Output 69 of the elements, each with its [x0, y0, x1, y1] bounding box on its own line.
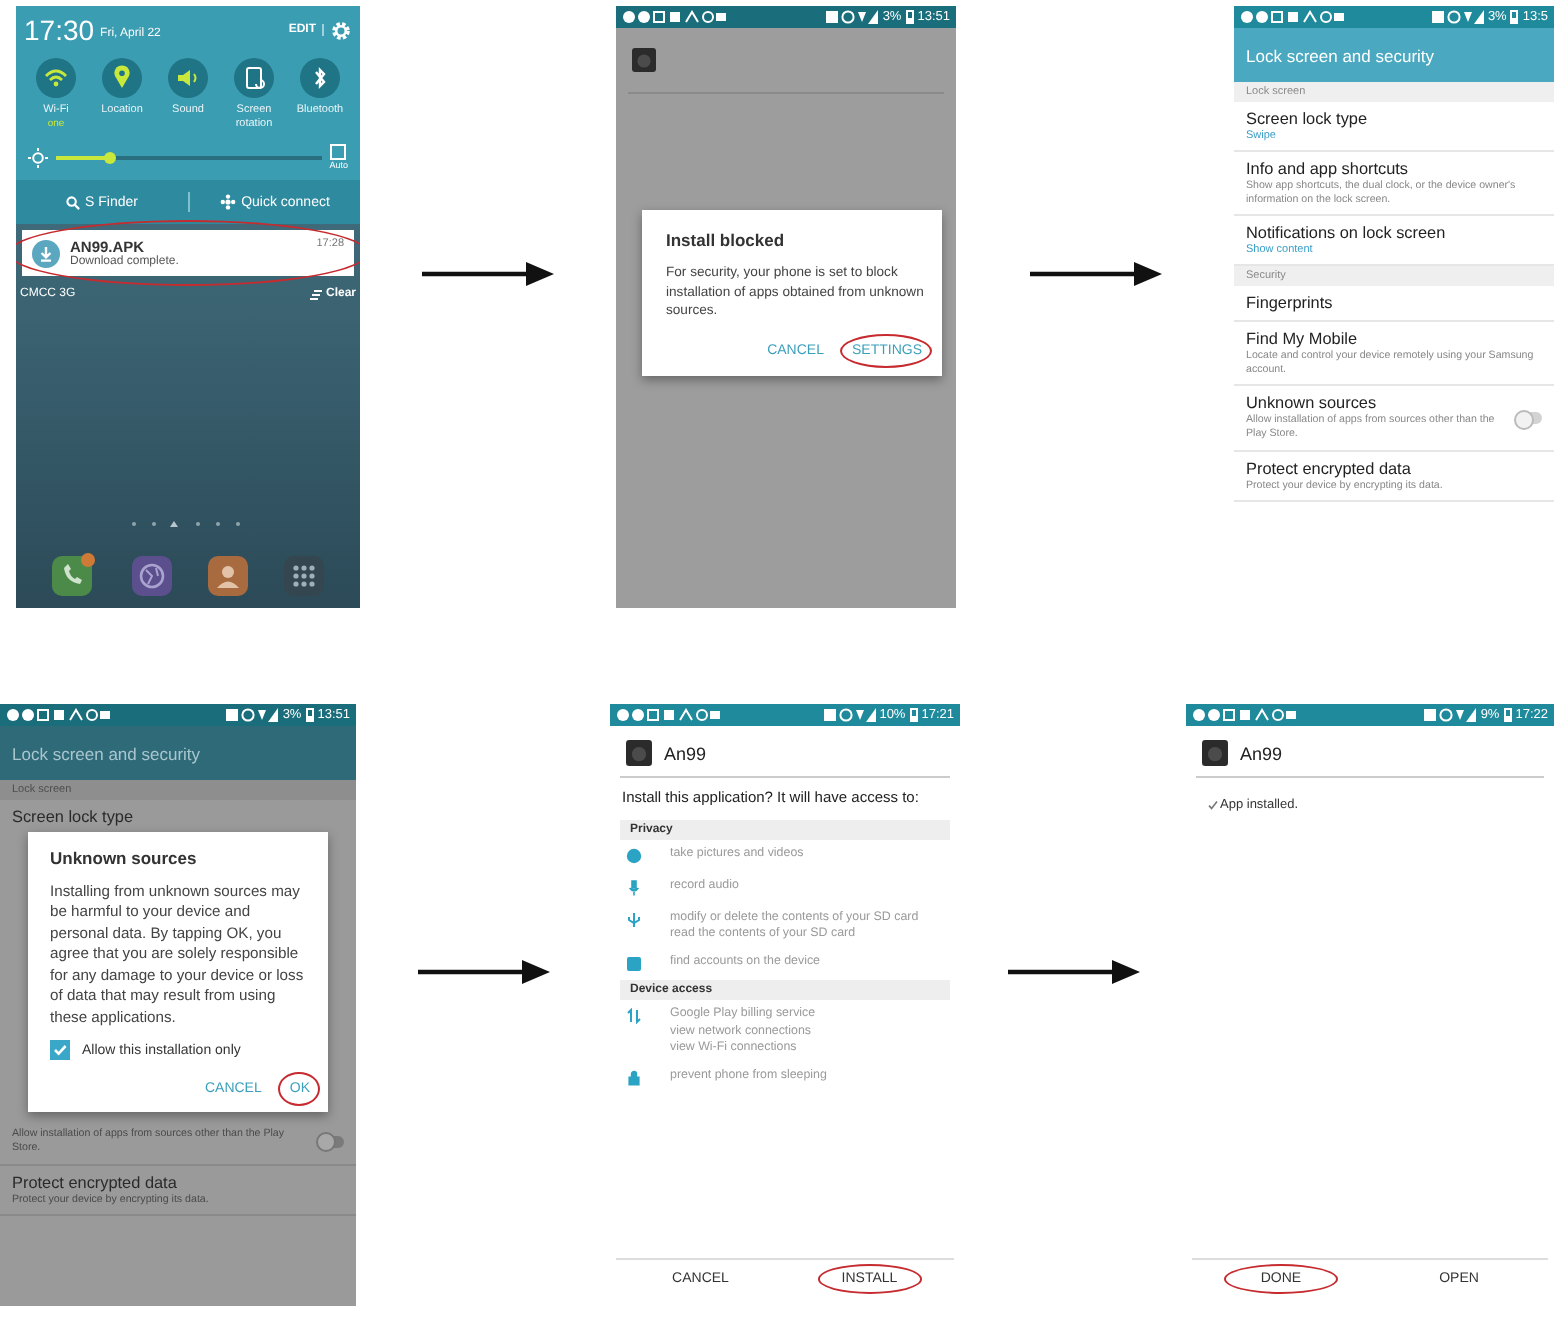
- setting-title[interactable]: Screen lock type: [12, 808, 344, 826]
- notification-icons: [616, 708, 720, 722]
- location-toggle[interactable]: [102, 58, 142, 98]
- app-name: An99: [664, 743, 707, 763]
- setting-title[interactable]: Find My Mobile: [1246, 330, 1542, 349]
- account-icon: [626, 956, 642, 973]
- dots-cluster-icon: [219, 194, 236, 211]
- battery-icon: [909, 708, 918, 722]
- battery-icon: [1510, 10, 1519, 24]
- setting-title[interactable]: Protect encrypted data: [12, 1173, 344, 1191]
- highlight-oval: [277, 1072, 320, 1107]
- settings-icon[interactable]: [330, 19, 352, 41]
- notification-icons: [1192, 708, 1296, 722]
- setting-title[interactable]: Fingerprints: [1246, 294, 1542, 313]
- notification-icons: [1240, 10, 1344, 24]
- dialog-title: Install blocked: [666, 230, 787, 250]
- internet-app-icon[interactable]: [132, 556, 172, 596]
- battery-icon: [305, 708, 314, 722]
- setting-title[interactable]: Unknown sources: [1246, 394, 1510, 413]
- screen-title: Lock screen and security: [1246, 45, 1435, 65]
- signal-icons: [826, 10, 879, 24]
- notification-icons: [6, 708, 110, 722]
- notification-icons: [622, 10, 726, 24]
- app-icon: [1202, 740, 1228, 766]
- brightness-slider[interactable]: [56, 155, 322, 160]
- battery-icon: [905, 10, 914, 24]
- setting-title[interactable]: Protect encrypted data: [1246, 459, 1542, 478]
- right-arrow: [1029, 262, 1161, 286]
- highlight-oval: [1224, 1264, 1338, 1294]
- setting-title[interactable]: Notifications on lock screen: [1246, 224, 1542, 243]
- setting-title[interactable]: Screen lock type: [1246, 110, 1542, 128]
- right-arrow: [1007, 960, 1139, 984]
- sound-toggle[interactable]: [168, 58, 208, 98]
- checkbox[interactable]: [50, 1040, 70, 1061]
- toggle-switch[interactable]: [318, 1135, 344, 1148]
- download-icon: [32, 239, 60, 268]
- search-icon: [65, 195, 80, 210]
- camera-icon: [626, 847, 642, 864]
- dialog-title: Unknown sources: [50, 848, 199, 868]
- app-icon: [626, 740, 652, 766]
- check-icon: [1208, 800, 1218, 810]
- usb-icon: [626, 911, 642, 928]
- phone-app-icon[interactable]: [52, 552, 96, 596]
- highlight-oval: [839, 333, 932, 368]
- right-arrow: [422, 262, 554, 286]
- highlight-oval: [817, 1264, 922, 1294]
- battery-icon: [1503, 708, 1512, 722]
- auto-checkbox[interactable]: [330, 144, 347, 161]
- toggle-switch[interactable]: [1516, 412, 1542, 425]
- apps-grid-icon[interactable]: [284, 556, 324, 596]
- app-icon: [632, 48, 656, 72]
- bluetooth-toggle[interactable]: [300, 58, 340, 98]
- signal-icons: [1424, 708, 1477, 722]
- screen-title: Lock screen and security: [12, 743, 201, 763]
- mic-icon: [626, 879, 642, 896]
- right-arrow: [417, 960, 549, 984]
- sync-icon: [626, 1008, 642, 1025]
- app-name: An99: [1240, 743, 1283, 763]
- setting-title[interactable]: Info and app shortcuts: [1246, 160, 1542, 178]
- signal-icons: [823, 708, 876, 722]
- brightness-icon: [28, 147, 48, 168]
- signal-icons: [1431, 10, 1484, 24]
- rotation-toggle[interactable]: [234, 58, 274, 98]
- lock-icon: [626, 1070, 642, 1087]
- wifi-toggle[interactable]: [36, 58, 76, 98]
- clock: 17:30: [24, 14, 95, 46]
- lines-icon: [309, 289, 322, 300]
- signal-icons: [226, 708, 279, 722]
- contacts-app-icon[interactable]: [208, 556, 248, 596]
